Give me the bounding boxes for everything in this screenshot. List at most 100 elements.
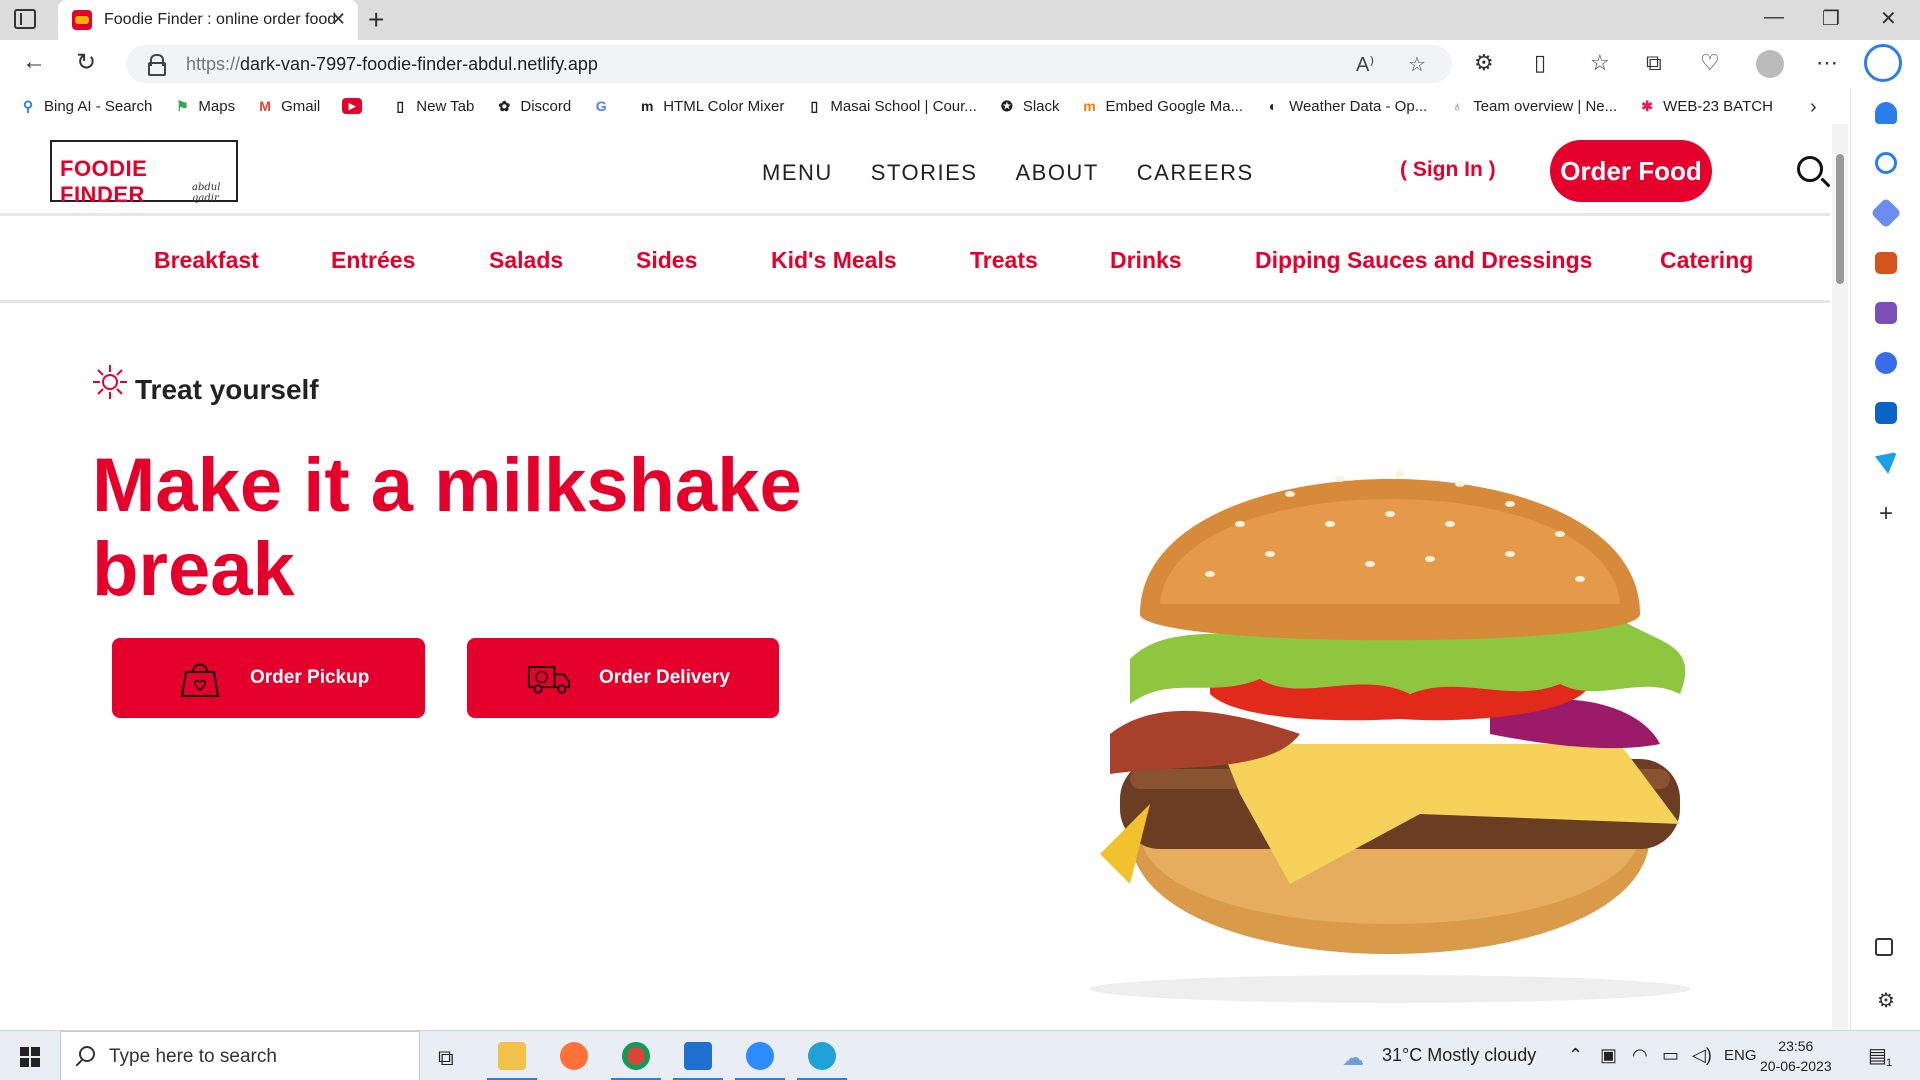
shopping-bag-icon bbox=[180, 663, 220, 697]
bing-copilot-icon[interactable] bbox=[1864, 44, 1902, 82]
outlook-icon[interactable] bbox=[1875, 402, 1897, 424]
sidebar-toggle-icon[interactable] bbox=[1875, 938, 1893, 956]
bookmark-team-overview[interactable]: ♁ Team overview | Ne... bbox=[1449, 98, 1617, 115]
slack-icon: ✪ bbox=[1000, 98, 1013, 114]
refresh-icon[interactable]: ↻ bbox=[76, 48, 96, 77]
settings-gear-icon[interactable]: ⚙ bbox=[1875, 988, 1897, 1012]
send-icon[interactable] bbox=[1875, 452, 1897, 474]
bookmark-youtube[interactable]: ▶ bbox=[342, 98, 370, 114]
profile-avatar[interactable] bbox=[1756, 50, 1784, 78]
firefox-icon[interactable] bbox=[554, 1039, 594, 1073]
address-bar[interactable]: https://dark-van-7997-foodie-finder-abdu… bbox=[126, 45, 1452, 83]
close-window-icon[interactable]: ✕ bbox=[1880, 6, 1897, 31]
browser-essentials-icon[interactable]: ♡ bbox=[1700, 50, 1720, 76]
bookmark-gmail[interactable]: M Gmail bbox=[257, 98, 320, 115]
bookmarks-bar: ⚲ Bing AI - Search ⚑ Maps M Gmail ▶ ▯ New Ta… bbox=[0, 88, 1920, 124]
taskbar-search-box[interactable]: Type here to search bbox=[60, 1031, 420, 1080]
add-icon[interactable]: + bbox=[1875, 502, 1897, 526]
bookmark-bing-ai[interactable]: ⚲ Bing AI - Search bbox=[20, 98, 153, 115]
scrollbar-thumb[interactable] bbox=[1836, 154, 1844, 284]
nav-stories[interactable]: STORIES bbox=[871, 160, 978, 186]
nav-careers[interactable]: CAREERS bbox=[1137, 160, 1254, 186]
order-pickup-button[interactable]: Order Pickup bbox=[112, 638, 425, 718]
meet-icon[interactable]: ▣ bbox=[1600, 1045, 1617, 1066]
tab-actions-icon[interactable] bbox=[14, 9, 36, 29]
page-scrollbar[interactable] bbox=[1832, 124, 1848, 1030]
favorite-star-icon[interactable]: ☆ bbox=[1408, 52, 1426, 77]
close-tab-icon[interactable]: ✕ bbox=[331, 9, 346, 30]
bookmark-web-23-batch[interactable]: ✱ WEB-23 BATCH bbox=[1639, 98, 1773, 115]
tn-icon: m bbox=[1083, 98, 1096, 114]
order-delivery-button[interactable]: Order Delivery bbox=[467, 638, 779, 718]
sign-in-link[interactable]: ( Sign In ) bbox=[1400, 158, 1496, 182]
toolbox-icon[interactable] bbox=[1875, 252, 1897, 274]
read-aloud-icon[interactable]: A⁾ bbox=[1356, 52, 1374, 77]
bookmark-new-tab[interactable]: ▯ New Tab bbox=[392, 98, 474, 115]
weather-text[interactable]: 31°C Mostly cloudy bbox=[1382, 1045, 1536, 1066]
category-catering[interactable]: Catering bbox=[1660, 247, 1753, 274]
copilot-icon[interactable] bbox=[1875, 352, 1897, 374]
extensions-icon[interactable]: ⚙ bbox=[1474, 50, 1494, 76]
bookmark-maps[interactable]: ⚑ Maps bbox=[174, 98, 235, 115]
split-screen-icon[interactable]: ▯ bbox=[1534, 50, 1546, 76]
category-dipping-sauces[interactable]: Dipping Sauces and Dressings bbox=[1255, 247, 1592, 274]
bookmark-masai-school[interactable]: ▯ Masai School | Cour... bbox=[806, 98, 976, 115]
order-food-button[interactable]: Order Food bbox=[1550, 140, 1712, 202]
battery-icon[interactable]: ▭ bbox=[1662, 1045, 1679, 1066]
taskbar-search-placeholder: Type here to search bbox=[109, 1046, 277, 1067]
new-tab-button[interactable]: + bbox=[368, 4, 384, 36]
burger-favicon-icon bbox=[72, 10, 92, 30]
category-treats[interactable]: Treats bbox=[970, 247, 1038, 274]
category-breakfast[interactable]: Breakfast bbox=[154, 247, 259, 274]
back-arrow-icon[interactable]: ← bbox=[22, 48, 46, 76]
tag-icon[interactable] bbox=[1870, 197, 1902, 229]
bookmark-discord[interactable]: ✿ Discord bbox=[496, 98, 571, 115]
lock-icon[interactable] bbox=[148, 54, 166, 76]
slack-icon: ✱ bbox=[1641, 98, 1654, 114]
nav-menu[interactable]: MENU bbox=[762, 160, 833, 186]
wifi-icon[interactable]: ◠ bbox=[1632, 1045, 1648, 1066]
games-icon[interactable] bbox=[1875, 302, 1897, 324]
site-header: FOODIE FINDER abdul qadir MENU STORIES A… bbox=[0, 124, 1830, 216]
bookmark-label: Masai School | Cour... bbox=[830, 97, 977, 115]
volume-icon[interactable]: ◁) bbox=[1692, 1045, 1712, 1066]
search-icon[interactable] bbox=[1797, 156, 1823, 182]
task-view-icon[interactable]: ⧉ bbox=[438, 1045, 454, 1071]
timer-app-icon[interactable] bbox=[678, 1039, 718, 1073]
windows-start-icon[interactable] bbox=[20, 1047, 40, 1067]
chevron-right-icon[interactable]: › bbox=[1810, 96, 1817, 119]
map-pin-icon: ⚑ bbox=[176, 98, 189, 114]
browser-tab-active[interactable]: Foodie Finder : online order food ✕ bbox=[58, 0, 358, 40]
tray-chevron-up-icon[interactable]: ⌃ bbox=[1568, 1045, 1583, 1066]
bookmark-slack[interactable]: ✪ Slack bbox=[999, 98, 1060, 115]
language-indicator[interactable]: ENG bbox=[1724, 1047, 1757, 1064]
category-salads[interactable]: Salads bbox=[489, 247, 563, 274]
category-entrees[interactable]: Entrées bbox=[331, 247, 415, 274]
category-sides[interactable]: Sides bbox=[636, 247, 697, 274]
bookmark-weather-data[interactable]: ◐ Weather Data - Op... bbox=[1265, 98, 1427, 115]
search-icon: ⚲ bbox=[22, 98, 34, 114]
weather-cloud-icon[interactable]: ☁ bbox=[1342, 1045, 1364, 1071]
category-kids-meals[interactable]: Kid's Meals bbox=[771, 247, 897, 274]
chrome-icon[interactable] bbox=[616, 1039, 656, 1073]
nav-about[interactable]: ABOUT bbox=[1015, 160, 1098, 186]
minimize-icon[interactable]: — bbox=[1764, 6, 1784, 29]
favorites-icon[interactable]: ☆ bbox=[1590, 50, 1610, 76]
zoom-icon[interactable] bbox=[740, 1039, 780, 1073]
clock-date: 20-06-2023 bbox=[1760, 1058, 1832, 1074]
notification-bell-icon[interactable] bbox=[1875, 102, 1897, 124]
bookmark-embed-google-maps[interactable]: m Embed Google Ma... bbox=[1082, 98, 1243, 115]
bookmark-label: Maps bbox=[198, 97, 236, 115]
bookmark-google[interactable]: G bbox=[593, 98, 617, 114]
search-icon[interactable] bbox=[1875, 152, 1897, 174]
system-clock[interactable]: 23:56 20-06-2023 bbox=[1760, 1036, 1832, 1076]
restore-icon[interactable]: ❐ bbox=[1822, 6, 1840, 31]
collections-icon[interactable]: ⧉ bbox=[1646, 50, 1662, 76]
site-logo[interactable]: FOODIE FINDER abdul qadir bbox=[50, 140, 238, 207]
edge-icon[interactable] bbox=[802, 1039, 842, 1073]
file-explorer-icon[interactable] bbox=[492, 1039, 532, 1073]
more-options-icon[interactable]: ⋯ bbox=[1816, 50, 1838, 76]
bookmark-html-color-mixer[interactable]: m HTML Color Mixer bbox=[639, 98, 784, 115]
notification-center-icon[interactable]: ▤ bbox=[1868, 1043, 1887, 1068]
category-drinks[interactable]: Drinks bbox=[1110, 247, 1182, 274]
